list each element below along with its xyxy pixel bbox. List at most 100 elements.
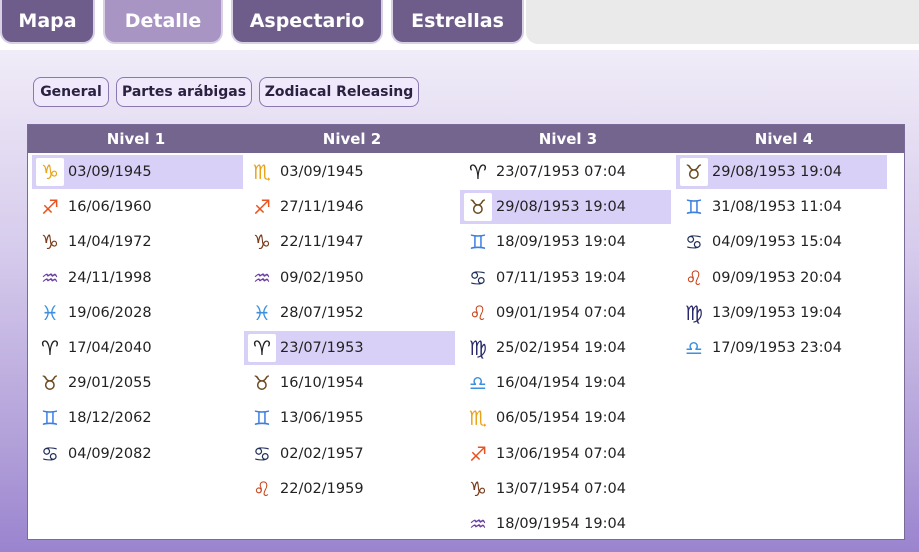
table-row[interactable]: ♌ 09/09/1953 20:04 [676, 261, 887, 295]
aries-icon: ♈ [469, 160, 487, 184]
aquarius-icon: ♒ [41, 265, 59, 290]
virgo-icon: ♍ [469, 336, 487, 360]
taurus-icon: ♉ [41, 371, 59, 396]
leo-icon: ♌ [469, 300, 487, 325]
row-date: 16/10/1954 [280, 375, 364, 392]
table-row[interactable]: ♋ 04/09/1953 15:04 [676, 225, 887, 259]
table-row[interactable]: ♉ 29/08/1953 19:04 [460, 190, 671, 225]
column-header-nivel-3: Nivel 3 [538, 130, 598, 148]
row-date: 31/08/1953 11:04 [712, 199, 842, 216]
aries-icon: ♈ [248, 334, 276, 362]
aquarius-icon: ♒ [253, 265, 271, 290]
taurus-icon: ♉ [680, 158, 708, 186]
table-row[interactable]: ♐ 27/11/1946 [244, 190, 455, 224]
row-date: 17/04/2040 [68, 340, 152, 356]
column-header-nivel-1: Nivel 1 [106, 130, 166, 148]
row-date: 23/07/1953 07:04 [496, 164, 626, 180]
row-date: 13/07/1954 07:04 [496, 480, 626, 497]
table-row[interactable]: ♍ 25/02/1954 19:04 [460, 331, 671, 365]
pisces-icon: ♓ [41, 300, 59, 325]
table-row[interactable]: ♉ 29/08/1953 19:04 [676, 155, 887, 189]
table-row[interactable]: ♎ 16/04/1954 19:04 [460, 366, 671, 400]
scorpio-icon: ♏ [469, 406, 487, 431]
table-row[interactable]: ♋ 02/02/1957 [244, 437, 455, 471]
table-row[interactable]: ♑ 14/04/1972 [32, 225, 243, 259]
sagittarius-icon: ♐ [469, 441, 487, 466]
row-date: 24/11/1998 [68, 269, 152, 286]
releasing-table: Nivel 1 Nivel 2 Nivel 3 Nivel 4 ♑ 03/09/1… [27, 124, 905, 540]
row-date: 23/07/1953 [280, 340, 364, 356]
tab-detalle[interactable]: Detalle [103, 0, 223, 44]
table-row[interactable]: ♈ 23/07/1953 [244, 331, 455, 365]
row-date: 27/11/1946 [280, 199, 364, 216]
row-date: 25/02/1954 19:04 [496, 340, 626, 356]
leo-icon: ♌ [685, 265, 703, 290]
table-row[interactable]: ♑ 03/09/1945 [32, 155, 243, 189]
column-header-nivel-4: Nivel 4 [754, 130, 814, 148]
taurus-icon: ♉ [253, 371, 271, 396]
row-date: 04/09/1953 15:04 [712, 234, 842, 251]
row-date: 09/09/1953 20:04 [712, 269, 842, 286]
table-row[interactable]: ♑ 22/11/1947 [244, 225, 455, 259]
table-row[interactable]: ♍ 13/09/1953 19:04 [676, 296, 887, 330]
table-row[interactable]: ♎ 17/09/1953 23:04 [676, 331, 887, 365]
cancer-icon: ♋ [253, 441, 271, 466]
gemini-icon: ♊ [685, 195, 703, 220]
row-date: 29/01/2055 [68, 375, 152, 392]
subtab-zodiacal-releasing[interactable]: Zodiacal Releasing [259, 77, 419, 107]
row-date: 09/02/1950 [280, 269, 364, 286]
table-row[interactable]: ♊ 13/06/1955 [244, 401, 455, 435]
row-date: 16/04/1954 19:04 [496, 375, 626, 392]
table-row[interactable]: ♈ 17/04/2040 [32, 331, 243, 365]
row-date: 18/09/1954 19:04 [496, 516, 626, 532]
table-row[interactable]: ♒ 09/02/1950 [244, 261, 455, 295]
row-date: 16/06/1960 [68, 199, 152, 216]
row-date: 13/06/1954 07:04 [496, 445, 626, 462]
table-row[interactable]: ♊ 18/12/2062 [32, 401, 243, 435]
tab-mapa[interactable]: Mapa [0, 0, 95, 44]
row-date: 13/06/1955 [280, 410, 364, 427]
row-date: 18/09/1953 19:04 [496, 234, 626, 251]
row-date: 02/02/1957 [280, 445, 364, 462]
table-row[interactable]: ♒ 18/09/1954 19:04 [460, 507, 671, 541]
tab-estrellas[interactable]: Estrellas [391, 0, 524, 44]
cancer-icon: ♋ [469, 265, 487, 290]
table-row[interactable]: ♓ 28/07/1952 [244, 296, 455, 330]
aries-icon: ♈ [41, 336, 59, 360]
capricorn-icon: ♑ [36, 158, 64, 186]
capricorn-icon: ♑ [253, 230, 271, 255]
table-row[interactable]: ♏ 06/05/1954 19:04 [460, 401, 671, 435]
sagittarius-icon: ♐ [253, 195, 271, 220]
table-row[interactable]: ♈ 23/07/1953 07:04 [460, 155, 671, 189]
table-row[interactable]: ♏ 03/09/1945 [244, 155, 455, 189]
table-row[interactable]: ♋ 07/11/1953 19:04 [460, 261, 671, 295]
row-date: 18/12/2062 [68, 410, 152, 427]
row-date: 28/07/1952 [280, 304, 364, 321]
sagittarius-icon: ♐ [41, 195, 59, 220]
virgo-icon: ♍ [685, 300, 703, 325]
subtab-partes-arabigas[interactable]: Partes arábigas [116, 77, 252, 107]
taurus-icon: ♉ [464, 193, 492, 222]
table-row[interactable]: ♐ 16/06/1960 [32, 190, 243, 224]
table-row[interactable]: ♌ 09/01/1954 07:04 [460, 296, 671, 330]
leo-icon: ♌ [253, 476, 271, 501]
row-date: 09/01/1954 07:04 [496, 304, 626, 321]
table-row[interactable]: ♑ 13/07/1954 07:04 [460, 472, 671, 506]
table-row[interactable]: ♓ 19/06/2028 [32, 296, 243, 330]
table-row[interactable]: ♉ 29/01/2055 [32, 366, 243, 400]
table-row[interactable]: ♋ 04/09/2082 [32, 437, 243, 471]
table-row[interactable]: ♊ 18/09/1953 19:04 [460, 225, 671, 259]
scorpio-icon: ♏ [253, 160, 271, 184]
table-row[interactable]: ♌ 22/02/1959 [244, 472, 455, 506]
row-date: 06/05/1954 19:04 [496, 410, 626, 427]
gemini-icon: ♊ [469, 230, 487, 255]
table-row[interactable]: ♒ 24/11/1998 [32, 261, 243, 295]
subtab-general[interactable]: General [33, 77, 109, 107]
table-row[interactable]: ♐ 13/06/1954 07:04 [460, 437, 671, 471]
capricorn-icon: ♑ [41, 230, 59, 255]
table-row[interactable]: ♉ 16/10/1954 [244, 366, 455, 400]
row-date: 04/09/2082 [68, 445, 152, 462]
tab-aspectario[interactable]: Aspectario [231, 0, 383, 44]
pisces-icon: ♓ [253, 300, 271, 325]
table-row[interactable]: ♊ 31/08/1953 11:04 [676, 190, 887, 224]
